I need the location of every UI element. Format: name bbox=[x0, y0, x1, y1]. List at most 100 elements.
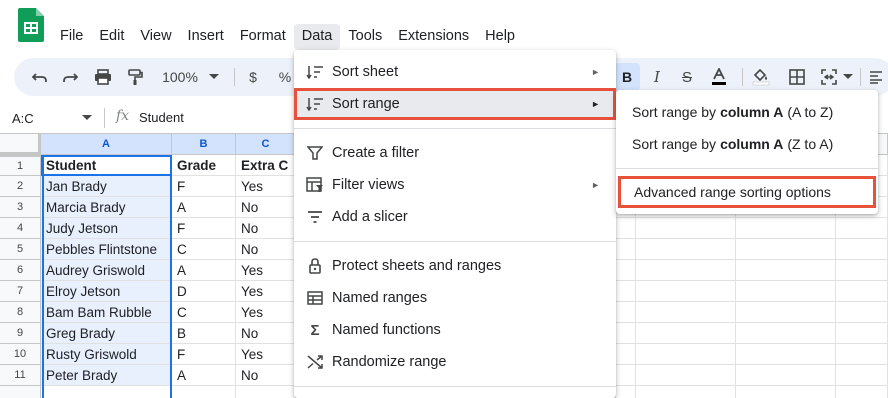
undo-icon[interactable] bbox=[30, 58, 50, 96]
table-cell[interactable] bbox=[636, 239, 736, 260]
row-header[interactable]: 4 bbox=[0, 218, 41, 239]
percent-button[interactable]: % bbox=[274, 58, 296, 96]
table-cell[interactable] bbox=[616, 323, 636, 344]
formula-input[interactable]: Student bbox=[139, 110, 184, 125]
table-cell[interactable] bbox=[736, 323, 836, 344]
table-cell[interactable] bbox=[616, 302, 636, 323]
table-cell[interactable] bbox=[236, 386, 296, 398]
row-header[interactable]: 2 bbox=[0, 176, 41, 197]
table-cell[interactable]: Peter Brady bbox=[41, 365, 172, 386]
menu-item-randomize-range[interactable]: Randomize range bbox=[294, 346, 616, 378]
table-cell[interactable] bbox=[41, 386, 172, 398]
table-cell[interactable]: Yes bbox=[236, 302, 296, 323]
table-cell[interactable]: C bbox=[172, 239, 236, 260]
table-cell[interactable] bbox=[616, 281, 636, 302]
table-cell[interactable]: Marcia Brady bbox=[41, 197, 172, 218]
table-cell[interactable] bbox=[736, 302, 836, 323]
zoom-value[interactable]: 100% bbox=[160, 58, 200, 96]
menu-item-protect-sheets[interactable]: Protect sheets and ranges bbox=[294, 250, 616, 282]
header-cell[interactable]: Extra C bbox=[236, 155, 296, 176]
table-cell[interactable] bbox=[616, 386, 636, 398]
table-cell[interactable]: Audrey Griswold bbox=[41, 260, 172, 281]
header-cell[interactable]: Student bbox=[41, 155, 172, 176]
table-cell[interactable]: F bbox=[172, 344, 236, 365]
table-cell[interactable] bbox=[636, 365, 736, 386]
table-cell[interactable]: F bbox=[172, 176, 236, 197]
row-header[interactable]: 7 bbox=[0, 281, 41, 302]
table-cell[interactable]: Bam Bam Rubble bbox=[41, 302, 172, 323]
table-cell[interactable] bbox=[172, 386, 236, 398]
menu-format[interactable]: Format bbox=[232, 24, 294, 50]
menu-file[interactable]: File bbox=[52, 24, 91, 50]
menu-data[interactable]: Data bbox=[293, 24, 341, 50]
row-header[interactable]: 5 bbox=[0, 239, 41, 260]
table-cell[interactable] bbox=[736, 365, 836, 386]
table-cell[interactable] bbox=[836, 281, 888, 302]
table-cell[interactable]: A bbox=[172, 197, 236, 218]
table-cell[interactable] bbox=[616, 365, 636, 386]
table-cell[interactable] bbox=[836, 239, 888, 260]
menu-item-create-filter[interactable]: Create a filter bbox=[294, 137, 616, 169]
table-cell[interactable] bbox=[636, 218, 736, 239]
table-cell[interactable]: No bbox=[236, 239, 296, 260]
table-cell[interactable] bbox=[636, 344, 736, 365]
column-header-a[interactable]: A bbox=[41, 134, 172, 155]
submenu-item-sort-a-to-z[interactable]: Sort range by column A (A to Z) bbox=[616, 96, 878, 128]
menu-view[interactable]: View bbox=[132, 24, 179, 50]
table-cell[interactable] bbox=[836, 302, 888, 323]
row-header[interactable]: 9 bbox=[0, 323, 41, 344]
table-cell[interactable] bbox=[616, 218, 636, 239]
row-header[interactable]: 10 bbox=[0, 344, 41, 365]
menu-extensions[interactable]: Extensions bbox=[390, 24, 477, 50]
menu-item-filter-views[interactable]: Filter views ► bbox=[294, 169, 616, 201]
table-cell[interactable]: Greg Brady bbox=[41, 323, 172, 344]
table-cell[interactable]: A bbox=[172, 365, 236, 386]
table-cell[interactable]: D bbox=[172, 281, 236, 302]
table-cell[interactable] bbox=[836, 386, 888, 398]
table-cell[interactable]: Yes bbox=[236, 260, 296, 281]
menu-edit[interactable]: Edit bbox=[91, 24, 132, 50]
submenu-item-advanced-sorting[interactable]: Advanced range sorting options bbox=[618, 176, 876, 208]
currency-button[interactable]: $ bbox=[242, 58, 264, 96]
menu-item-named-ranges[interactable]: Named ranges bbox=[294, 282, 616, 314]
zoom-dropdown-icon[interactable] bbox=[206, 58, 222, 96]
sheets-logo-icon[interactable] bbox=[18, 8, 44, 42]
table-cell[interactable]: Pebbles Flintstone bbox=[41, 239, 172, 260]
menu-tools[interactable]: Tools bbox=[340, 24, 390, 50]
table-cell[interactable] bbox=[636, 323, 736, 344]
name-box-dropdown-icon[interactable] bbox=[82, 115, 92, 121]
table-cell[interactable]: Yes bbox=[236, 344, 296, 365]
table-cell[interactable] bbox=[736, 218, 836, 239]
menu-help[interactable]: Help bbox=[477, 24, 523, 50]
table-cell[interactable]: Yes bbox=[236, 176, 296, 197]
menu-item-sort-sheet[interactable]: Sort sheet ► bbox=[294, 56, 616, 88]
table-cell[interactable] bbox=[616, 239, 636, 260]
table-cell[interactable] bbox=[736, 281, 836, 302]
redo-icon[interactable] bbox=[60, 58, 80, 96]
table-cell[interactable] bbox=[836, 218, 888, 239]
row-header[interactable] bbox=[0, 386, 41, 398]
column-header-b[interactable]: B bbox=[172, 134, 236, 155]
table-cell[interactable]: C bbox=[172, 302, 236, 323]
table-cell[interactable] bbox=[636, 260, 736, 281]
row-header[interactable]: 6 bbox=[0, 260, 41, 281]
table-cell[interactable]: No bbox=[236, 197, 296, 218]
table-cell[interactable]: Yes bbox=[236, 281, 296, 302]
row-header[interactable]: 1 bbox=[0, 155, 41, 176]
table-cell[interactable]: F bbox=[172, 218, 236, 239]
table-cell[interactable]: A bbox=[172, 260, 236, 281]
table-cell[interactable]: Rusty Griswold bbox=[41, 344, 172, 365]
table-cell[interactable] bbox=[636, 281, 736, 302]
menu-insert[interactable]: Insert bbox=[180, 24, 232, 50]
table-cell[interactable] bbox=[616, 260, 636, 281]
table-cell[interactable] bbox=[736, 260, 836, 281]
table-cell[interactable] bbox=[636, 386, 736, 398]
paint-format-icon[interactable] bbox=[124, 58, 146, 96]
table-cell[interactable]: Jan Brady bbox=[41, 176, 172, 197]
table-cell[interactable]: Elroy Jetson bbox=[41, 281, 172, 302]
table-cell[interactable] bbox=[836, 260, 888, 281]
menu-item-add-slicer[interactable]: Add a slicer bbox=[294, 201, 616, 233]
bold-icon[interactable]: B bbox=[614, 63, 640, 91]
row-header[interactable]: 11 bbox=[0, 365, 41, 386]
row-header[interactable]: 3 bbox=[0, 197, 41, 218]
